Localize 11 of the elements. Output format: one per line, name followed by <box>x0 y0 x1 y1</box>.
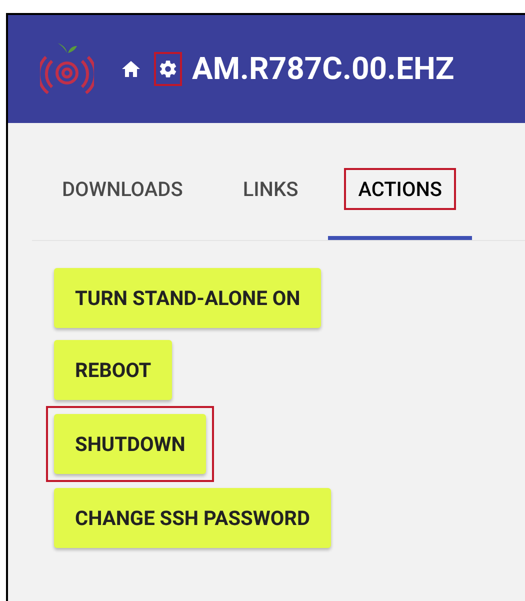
action-button[interactable]: TURN STAND-ALONE ON <box>54 268 322 328</box>
home-icon[interactable] <box>122 61 140 77</box>
logo-icon <box>40 41 94 97</box>
tab[interactable]: DOWNLOADS <box>32 168 213 240</box>
action-button[interactable]: SHUTDOWN <box>54 414 206 474</box>
tab[interactable]: LINKS <box>212 168 328 240</box>
action-button[interactable]: REBOOT <box>54 340 172 400</box>
device-title: AM.R787C.00.EHZ <box>192 48 454 89</box>
tab[interactable]: ACTIONS <box>328 168 472 240</box>
action-button[interactable]: CHANGE SSH PASSWORD <box>54 488 331 548</box>
settings-icon[interactable] <box>154 52 182 86</box>
